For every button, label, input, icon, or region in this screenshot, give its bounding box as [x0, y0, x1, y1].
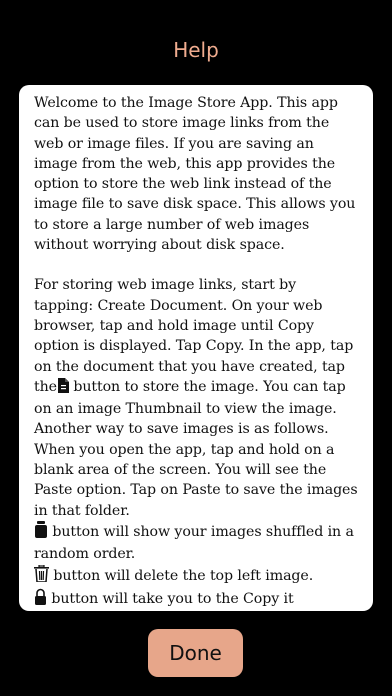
help-text-segment: For storing web image links, start by ta…: [34, 277, 354, 395]
help-text-segment: button will delete the top left image.: [49, 567, 314, 584]
help-text-segment: button will take you to the Copy it: [47, 590, 294, 607]
help-text-segment: button to store the image. You can tap o…: [34, 378, 346, 418]
help-paragraph-shuffle: button will show your images shuffled in…: [34, 520, 359, 565]
help-paragraph-web-links: For storing web image links, start by ta…: [34, 275, 359, 419]
lock-icon: [34, 588, 47, 611]
doc-paste-icon: [57, 377, 69, 399]
trash-icon: [34, 563, 49, 588]
help-text-panel[interactable]: Welcome to the Image Store App. This app…: [19, 85, 373, 611]
page-title: Help: [173, 38, 219, 62]
done-button[interactable]: Done: [148, 629, 243, 677]
help-paragraph-trash: button will delete the top left image.: [34, 563, 359, 588]
help-paragraph-intro: Welcome to the Image Store App. This app…: [34, 95, 356, 254]
shuffle-jar-icon: [34, 520, 48, 544]
help-paragraph-paste: Another way to save images is as follows…: [34, 421, 358, 519]
help-paragraph-lock: button will take you to the Copy it: [34, 588, 359, 611]
help-text: Welcome to the Image Store App. This app…: [19, 85, 373, 611]
help-text-segment: button will show your images shuffled in…: [34, 523, 354, 563]
